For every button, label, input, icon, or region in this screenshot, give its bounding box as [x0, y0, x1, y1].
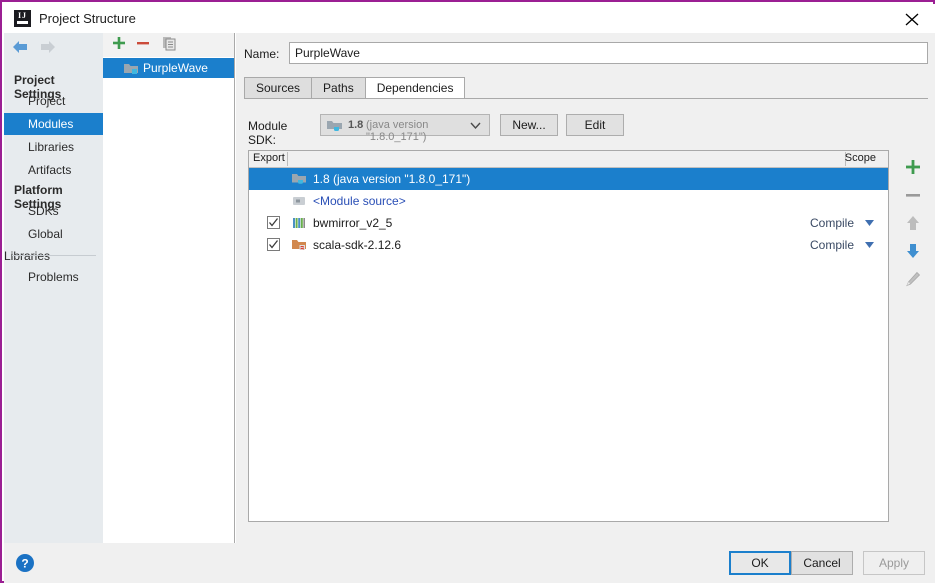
dependency-actions-toolbar: [895, 150, 933, 522]
chevron-down-icon: [470, 122, 481, 130]
copy-module-button[interactable]: [162, 36, 182, 54]
export-checkbox[interactable]: [267, 216, 280, 229]
sidebar-item-libraries[interactable]: Libraries: [4, 136, 103, 158]
column-header-export: Export: [253, 152, 285, 164]
tab-dependencies[interactable]: Dependencies: [364, 77, 466, 99]
scala-sdk-icon: [292, 240, 306, 250]
checkmark-icon: [269, 240, 279, 249]
plus-icon: [906, 160, 920, 174]
table-row[interactable]: <Module source>: [249, 190, 888, 212]
settings-sidebar: Project Settings Project Modules Librari…: [4, 33, 103, 543]
dependency-scope[interactable]: Compile: [810, 215, 854, 231]
scope-dropdown-icon[interactable]: [865, 242, 874, 248]
library-icon: [293, 218, 305, 228]
dependencies-panel: Module SDK: 1.8 (java version "1.8.0_171…: [244, 98, 928, 535]
name-label: Name:: [244, 47, 280, 61]
tab-sources[interactable]: Sources: [244, 77, 313, 98]
apply-button: Apply: [863, 551, 925, 575]
dependencies-table: Export Scope 1.8 (java version "1.8.0_17…: [248, 150, 889, 522]
plus-icon: [113, 37, 125, 49]
export-checkbox[interactable]: [267, 238, 280, 251]
sidebar-item-label: Problems: [28, 270, 79, 284]
module-name-row: Name:: [244, 42, 928, 66]
module-editor: Name: Sources Paths Dependencies Module …: [236, 33, 935, 543]
sidebar-item-label: Project: [28, 94, 66, 108]
close-button[interactable]: [889, 4, 935, 33]
column-header-scope: Scope: [844, 152, 876, 164]
sidebar-divider: [12, 255, 96, 256]
minus-icon: [137, 42, 149, 45]
sidebar-item-label: Modules: [28, 117, 74, 131]
sidebar-item-problems[interactable]: Problems: [4, 266, 103, 288]
edit-sdk-button[interactable]: Edit: [566, 114, 624, 136]
sidebar-item-artifacts[interactable]: Artifacts: [4, 159, 103, 181]
pencil-icon: [906, 271, 921, 287]
dependency-name: scala-sdk-2.12.6: [313, 238, 402, 252]
project-structure-dialog: IJ Project Structure Project Settings Pr…: [0, 0, 935, 583]
table-row[interactable]: 1.8 (java version "1.8.0_171"): [249, 168, 888, 190]
tab-paths[interactable]: Paths: [311, 77, 366, 98]
sidebar-item-label: Global Libraries: [4, 227, 63, 263]
svg-text:?: ?: [21, 557, 28, 571]
sidebar-item-label: Libraries: [28, 140, 75, 154]
back-arrow-icon: [13, 41, 27, 53]
table-row[interactable]: scala-sdk-2.12.6 Compile: [249, 234, 888, 256]
dependency-name: bwmirror_v2_5: [313, 216, 393, 230]
scope-dropdown-icon[interactable]: [865, 220, 874, 226]
sdk-version: 1.8: [348, 119, 364, 131]
modules-toolbar: [103, 33, 234, 57]
add-dependency-button[interactable]: [899, 154, 927, 180]
sidebar-item-sdks[interactable]: SDKs: [4, 200, 103, 222]
new-sdk-button[interactable]: New...: [500, 114, 558, 136]
forward-button[interactable]: [36, 38, 58, 56]
intellij-logo-icon: IJ: [14, 10, 31, 27]
help-icon: ?: [16, 554, 34, 572]
module-source-icon: [293, 197, 305, 205]
sidebar-item-global-libraries[interactable]: Global Libraries: [4, 223, 103, 263]
forward-arrow-icon: [41, 41, 55, 53]
add-module-button[interactable]: [112, 36, 132, 54]
dependency-name: <Module source>: [313, 194, 406, 208]
table-header: Export Scope: [249, 151, 888, 168]
minus-icon: [906, 194, 920, 197]
dependency-scope[interactable]: Compile: [810, 237, 854, 253]
sidebar-item-label: SDKs: [28, 204, 59, 218]
editor-tabs: Sources Paths Dependencies: [244, 77, 466, 99]
cancel-button[interactable]: Cancel: [791, 551, 853, 575]
dialog-footer: ? OK Cancel Apply: [4, 543, 935, 583]
jdk-icon: [327, 121, 342, 131]
close-icon: [905, 13, 919, 26]
module-folder-icon: [124, 64, 138, 74]
header-divider-export[interactable]: [287, 152, 288, 166]
sidebar-item-label: Artifacts: [28, 163, 72, 177]
help-button[interactable]: ?: [14, 552, 36, 574]
module-list-item-purplewave[interactable]: PurpleWave: [103, 58, 234, 78]
ok-button[interactable]: OK: [729, 551, 791, 575]
checkmark-icon: [269, 218, 279, 227]
back-button[interactable]: [10, 38, 32, 56]
module-item-label: PurpleWave: [143, 61, 208, 75]
dependency-name: 1.8 (java version "1.8.0_171"): [313, 172, 471, 186]
table-row[interactable]: bwmirror_v2_5 Compile: [249, 212, 888, 234]
title-bar: IJ Project Structure: [4, 4, 935, 33]
edit-dependency-button[interactable]: [899, 266, 927, 292]
remove-module-button[interactable]: [136, 36, 156, 54]
arrow-up-icon: [907, 216, 919, 230]
module-sdk-combobox[interactable]: 1.8 (java version "1.8.0_171"): [320, 114, 490, 143]
jdk-icon: [292, 174, 306, 184]
arrow-down-icon: [907, 244, 919, 258]
modules-panel: PurpleWave: [103, 33, 235, 543]
window-title: Project Structure: [39, 11, 136, 26]
move-up-button[interactable]: [899, 210, 927, 236]
sidebar-item-project[interactable]: Project: [4, 90, 103, 112]
copy-icon: [163, 37, 176, 51]
sidebar-item-modules[interactable]: Modules: [4, 113, 103, 135]
module-sdk-label: Module SDK:: [248, 119, 288, 147]
move-down-button[interactable]: [899, 238, 927, 264]
module-name-input[interactable]: [289, 42, 928, 64]
remove-dependency-button[interactable]: [899, 182, 927, 208]
intellij-logo-text: IJ: [17, 11, 28, 20]
navigation-row: [4, 33, 103, 59]
intellij-logo-bar: [17, 21, 28, 24]
